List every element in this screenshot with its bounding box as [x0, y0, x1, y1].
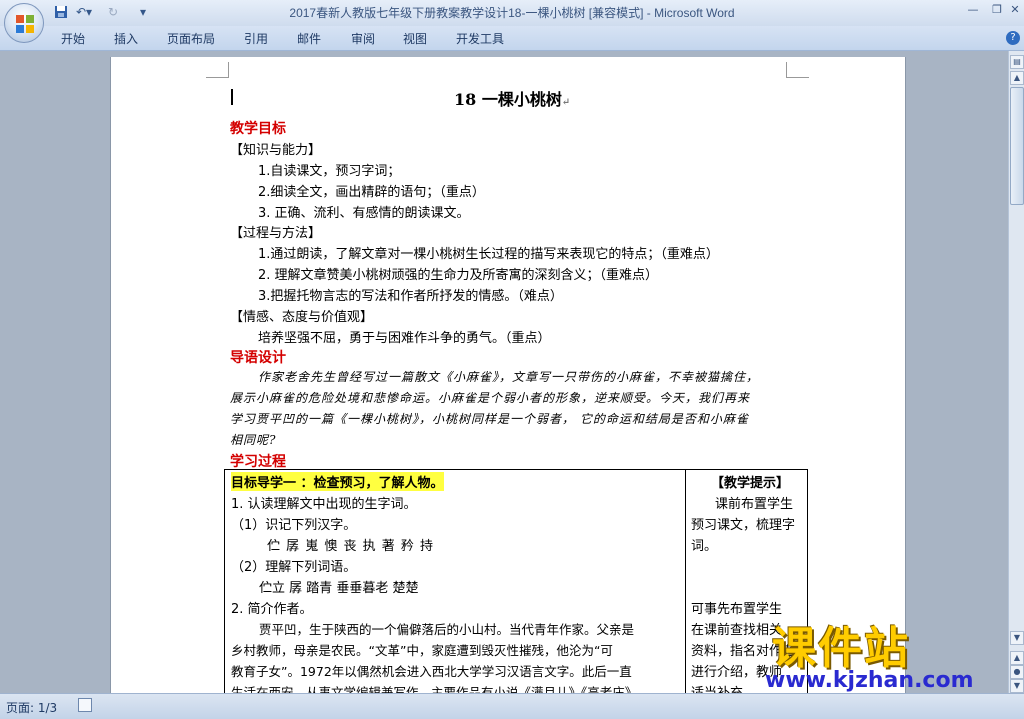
knowledge-item: 3. 正确、流利、有感情的朗读课文。 — [258, 206, 470, 221]
scroll-down-button[interactable]: ▼ — [1010, 631, 1024, 645]
process-item: 2. 理解文章赞美小桃树顽强的生命力及所寄寓的深刻含义；（重难点） — [258, 268, 659, 283]
office-button[interactable] — [4, 3, 44, 43]
tab-view[interactable]: 视图 — [403, 30, 427, 47]
table-right-line: 可事先布置学生 — [691, 602, 783, 617]
table-left-line: 伫立 孱 踏青 垂垂暮老 楚楚 — [259, 581, 419, 596]
emotion-item: 培养坚强不屈，勇于与困难作斗争的勇气。（重点） — [258, 331, 551, 346]
table-right-line: 课前布置学生 — [715, 497, 794, 512]
table-right-line: 适当补充。 — [691, 682, 756, 693]
intro-line: 学习贾平凹的一篇《一棵小桃树》，小桃树同样是一个弱者， 它的命运和结局是否和小麻… — [230, 412, 749, 426]
table-divider — [685, 470, 686, 693]
process-item: 3.把握托物言志的写法和作者所抒发的情感。（难点） — [258, 289, 563, 304]
table-right-line: 在课前查找相关 — [691, 623, 783, 638]
margin-corner-tr — [786, 62, 809, 78]
heading-intro-design: 导语设计 — [230, 350, 286, 366]
knowledge-item: 1.自读课文，预习字词； — [258, 164, 401, 179]
select-browse-object-button[interactable]: ● — [1010, 665, 1024, 679]
tab-mailings[interactable]: 邮件 — [297, 30, 321, 47]
heading-knowledge: 【知识与能力】 — [230, 143, 322, 158]
table-right-line: 词。 — [691, 539, 718, 554]
table-left-line: 乡村教师，母亲是农民。“文革”中，家庭遭到毁灭性摧残，他沦为“可 — [231, 643, 613, 658]
table-left-line: （2）理解下列词语。 — [231, 560, 357, 575]
watermark-url: www.kjzhan.com — [765, 668, 974, 693]
scrollbar-thumb[interactable] — [1010, 87, 1024, 205]
table-left-line: 1. 认读理解文中出现的生字词。 — [231, 497, 417, 512]
document-page[interactable]: 18 一棵小桃树↵ 教学目标 【知识与能力】 1.自读课文，预习字词； 2.细读… — [110, 57, 906, 693]
previous-page-button[interactable]: ▲ — [1010, 651, 1024, 665]
lesson-table: 目标导学一 ：检查预习，了解人物。 1. 认读理解文中出现的生字词。 （1）识记… — [224, 469, 808, 693]
intro-line: 展示小麻雀的危险处境和悲惨命运。小麻雀是个弱小者的形象，逆来顺受。今天，我们再来 — [230, 391, 751, 405]
table-right-heading: 【教学提示】 — [711, 476, 790, 491]
minimize-icon[interactable]: — — [962, 2, 984, 18]
table-left-line: 2. 简介作者。 — [231, 602, 313, 617]
tab-developer[interactable]: 开发工具 — [456, 30, 504, 47]
page-count[interactable]: 页面: 1/3 — [6, 699, 57, 716]
tab-insert[interactable]: 插入 — [114, 30, 138, 47]
knowledge-item: 2.细读全文，画出精辟的语句；（重点） — [258, 185, 485, 200]
watermark-logo: 课件站 — [772, 623, 910, 674]
table-left-line: 伫 孱 嵬 懊 丧 执 著 矜 持 — [267, 539, 435, 554]
tab-references[interactable]: 引用 — [244, 30, 268, 47]
help-icon[interactable]: ? — [1006, 31, 1020, 45]
heading-process-methods: 【过程与方法】 — [230, 226, 322, 241]
scroll-up-button[interactable]: ▲ — [1010, 71, 1024, 85]
status-bar: 页面: 1/3 — [0, 693, 1024, 719]
vertical-scrollbar[interactable]: ▤ ▲ ▼ ▲ ● ▼ — [1008, 51, 1024, 693]
process-item: 1.通过朗读，了解文章对一棵小桃树生长过程的描写来表现它的特点；（重难点） — [258, 247, 719, 262]
tab-home[interactable]: 开始 — [61, 30, 85, 47]
table-left-line: 教育子女”。1972年以偶然机会进入西北大学学习汉语言文字。此后一直 — [231, 664, 632, 679]
intro-line: 相同呢? — [230, 433, 277, 447]
text-cursor — [231, 89, 233, 105]
heading-teaching-goals: 教学目标 — [230, 121, 286, 137]
document-title: 18 一棵小桃树↵ — [454, 90, 571, 109]
title-bar: ↶▾ ↻ ▾ 2017春新人教版七年级下册教案教学设计18-一棵小桃树 [兼容模… — [0, 0, 1024, 26]
margin-corner-tl — [206, 62, 229, 78]
window-title: 2017春新人教版七年级下册教案教学设计18-一棵小桃树 [兼容模式] - Mi… — [289, 6, 735, 20]
tab-page-layout[interactable]: 页面布局 — [167, 30, 215, 47]
table-left-line: 生活在西安，从事文学编辑兼写作。主要作品有小说《满月儿》《高老庄》 — [231, 685, 638, 693]
heading-learning-process: 学习过程 — [230, 454, 286, 470]
tab-review[interactable]: 审阅 — [351, 30, 375, 47]
table-left-line: （1）识记下列汉字。 — [231, 518, 357, 533]
table-left-heading: 目标导学一 ：检查预习，了解人物。 — [231, 472, 444, 491]
close-icon[interactable]: ✕ — [1004, 2, 1024, 18]
table-right-line: 预习课文，梳理字 — [691, 518, 796, 533]
table-left-line: 贾平凹，生于陕西的一个偏僻落后的小山村。当代青年作家。父亲是 — [259, 622, 635, 637]
office-logo-icon — [16, 15, 34, 33]
ribbon-tabs: 开始 插入 页面布局 引用 邮件 审阅 视图 开发工具 — [0, 26, 1024, 51]
heading-emotion-values: 【情感、态度与价值观】 — [230, 310, 374, 325]
ruler-toggle-icon[interactable]: ▤ — [1010, 55, 1024, 69]
next-page-button[interactable]: ▼ — [1010, 679, 1024, 693]
spell-check-icon[interactable] — [78, 698, 92, 712]
document-workspace: 18 一棵小桃树↵ 教学目标 【知识与能力】 1.自读课文，预习字词； 2.细读… — [0, 51, 1008, 693]
intro-line: 作家老舍先生曾经写过一篇散文《小麻雀》，文章写一只带伤的小麻雀，不幸被猫擒住， — [258, 370, 760, 384]
